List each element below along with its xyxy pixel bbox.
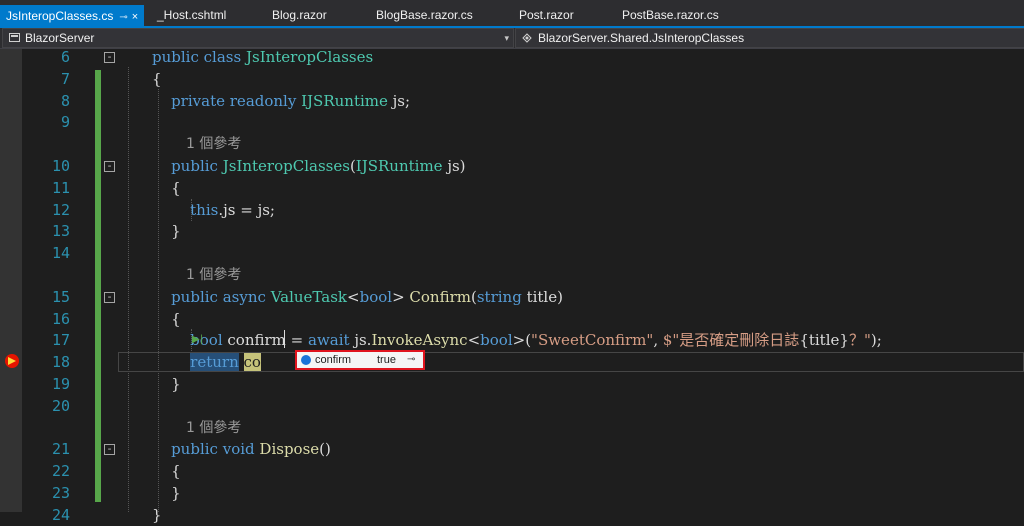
- code-line: 9: [0, 112, 1024, 133]
- code-line: 16 {: [0, 309, 1024, 330]
- pin-icon[interactable]: ⊸: [119, 12, 127, 23]
- code-text[interactable]: private readonly IJSRuntime js;: [152, 91, 410, 112]
- breakpoint-icon[interactable]: [5, 354, 19, 368]
- code-line: 14: [0, 243, 1024, 264]
- code-text[interactable]: {: [152, 309, 181, 330]
- line-number: 6: [60, 48, 70, 66]
- navigation-bar: BlazorServer ▾ BlazorServer.Shared.JsInt…: [0, 28, 1024, 49]
- code-line: 7{: [0, 69, 1024, 90]
- project-name: BlazorServer: [25, 31, 95, 45]
- line-number: 11: [51, 178, 70, 197]
- code-line: 13 }: [0, 221, 1024, 242]
- code-text[interactable]: public void Dispose(): [152, 439, 331, 460]
- code-text[interactable]: return co: [152, 352, 261, 373]
- datatip[interactable]: confirm true ⊸: [295, 350, 425, 370]
- tab-jsinteropclasses[interactable]: JsInteropClasses.cs ⊸ ×: [0, 5, 145, 26]
- chevron-down-icon: ▾: [504, 33, 509, 43]
- code-text[interactable]: this.js = js;: [152, 200, 275, 221]
- collapse-icon[interactable]: -: [104, 291, 115, 303]
- code-line: 15 - public async ValueTask<bool> Confirm…: [0, 287, 1024, 308]
- code-text[interactable]: }: [152, 483, 181, 504]
- execution-pointer-icon: [8, 357, 16, 365]
- code-text[interactable]: public class JsInteropClasses: [152, 47, 373, 68]
- close-icon[interactable]: ×: [132, 11, 138, 23]
- line-number: 21: [51, 440, 70, 459]
- run-to-click-icon[interactable]: ▶|: [192, 334, 203, 345]
- codelens-row: 1 個參考: [0, 418, 1024, 439]
- code-text[interactable]: public async ValueTask<bool> Confirm(str…: [152, 287, 563, 308]
- code-line: 12 this.js = js;: [0, 200, 1024, 221]
- variable-icon: [301, 355, 311, 365]
- csharp-project-icon: [9, 33, 20, 42]
- code-text[interactable]: bool confirm = await js.InvokeAsync<bool…: [152, 330, 882, 351]
- line-number: 20: [51, 396, 70, 415]
- tab-post-razor[interactable]: Post.razor: [519, 4, 574, 26]
- line-number: 13: [51, 222, 70, 241]
- tab-host-cshtml[interactable]: _Host.cshtml: [157, 4, 226, 26]
- mouse-ibeam-cursor: [284, 330, 285, 348]
- line-number: 12: [51, 200, 70, 219]
- code-text[interactable]: public JsInteropClasses(IJSRuntime js): [152, 156, 465, 177]
- line-number: 7: [60, 69, 70, 88]
- code-line: 10 - public JsInteropClasses(IJSRuntime j…: [0, 156, 1024, 177]
- document-tab-bar: JsInteropClasses.cs ⊸ × _Host.cshtml Blog.…: [0, 0, 1024, 26]
- code-line: 6 - public class JsInteropClasses: [0, 47, 1024, 68]
- code-text[interactable]: }: [152, 221, 181, 242]
- project-dropdown[interactable]: BlazorServer ▾: [2, 28, 514, 48]
- line-number: 9: [60, 113, 70, 132]
- code-line: 8 private readonly IJSRuntime js;: [0, 91, 1024, 112]
- codelens-references[interactable]: 1 個參考: [186, 265, 241, 286]
- datatip-value[interactable]: true: [377, 352, 396, 368]
- tab-blog-razor[interactable]: Blog.razor: [272, 4, 327, 26]
- line-number: 17: [51, 331, 70, 350]
- codelens-row: 1 個參考: [0, 265, 1024, 286]
- line-number: 14: [51, 244, 70, 263]
- codelens-references[interactable]: 1 個參考: [186, 418, 241, 439]
- line-number: 16: [51, 309, 70, 328]
- codelens-references[interactable]: 1 個參考: [186, 134, 241, 155]
- collapse-icon[interactable]: -: [104, 160, 115, 172]
- code-line: 24}: [0, 505, 1024, 526]
- line-number: 8: [60, 91, 70, 110]
- code-line: 11 {: [0, 178, 1024, 199]
- code-line: 19 }: [0, 374, 1024, 395]
- line-number: 19: [51, 375, 70, 393]
- code-line: 20: [0, 396, 1024, 417]
- code-line: 23 }: [0, 483, 1024, 504]
- code-text[interactable]: }: [152, 374, 181, 395]
- line-number: 10: [51, 157, 70, 175]
- code-line: 18 return co: [0, 352, 1024, 373]
- code-line: 21 - public void Dispose(): [0, 439, 1024, 460]
- tab-postbase-razor-cs[interactable]: PostBase.razor.cs: [622, 4, 719, 26]
- tab-blogbase-razor-cs[interactable]: BlogBase.razor.cs: [376, 4, 473, 26]
- line-number: 15: [51, 287, 70, 306]
- code-line: 17 bool confirm = await js.InvokeAsync<b…: [0, 330, 1024, 351]
- line-number: 18: [51, 353, 70, 372]
- code-editor[interactable]: 6- public class JsInteropClasses 7{8 priva…: [0, 47, 1024, 524]
- datatip-name: confirm: [315, 354, 352, 366]
- line-number: 24: [51, 505, 70, 524]
- collapse-icon[interactable]: -: [104, 51, 115, 63]
- collapse-icon[interactable]: -: [104, 443, 115, 456]
- code-line: 22 {: [0, 461, 1024, 482]
- type-dropdown[interactable]: BlazorServer.Shared.JsInteropClasses: [515, 28, 1024, 48]
- class-icon: [522, 33, 532, 43]
- code-text[interactable]: }: [152, 505, 162, 526]
- tab-label: JsInteropClasses.cs: [6, 9, 114, 23]
- codelens-row: 1 個參考: [0, 134, 1024, 155]
- code-text[interactable]: {: [152, 178, 181, 199]
- code-text[interactable]: {: [152, 461, 181, 482]
- type-name: BlazorServer.Shared.JsInteropClasses: [538, 31, 745, 45]
- code-text[interactable]: {: [152, 69, 162, 90]
- pin-icon[interactable]: ⊸: [407, 352, 415, 368]
- line-number: 23: [51, 484, 70, 502]
- line-number: 22: [51, 462, 70, 481]
